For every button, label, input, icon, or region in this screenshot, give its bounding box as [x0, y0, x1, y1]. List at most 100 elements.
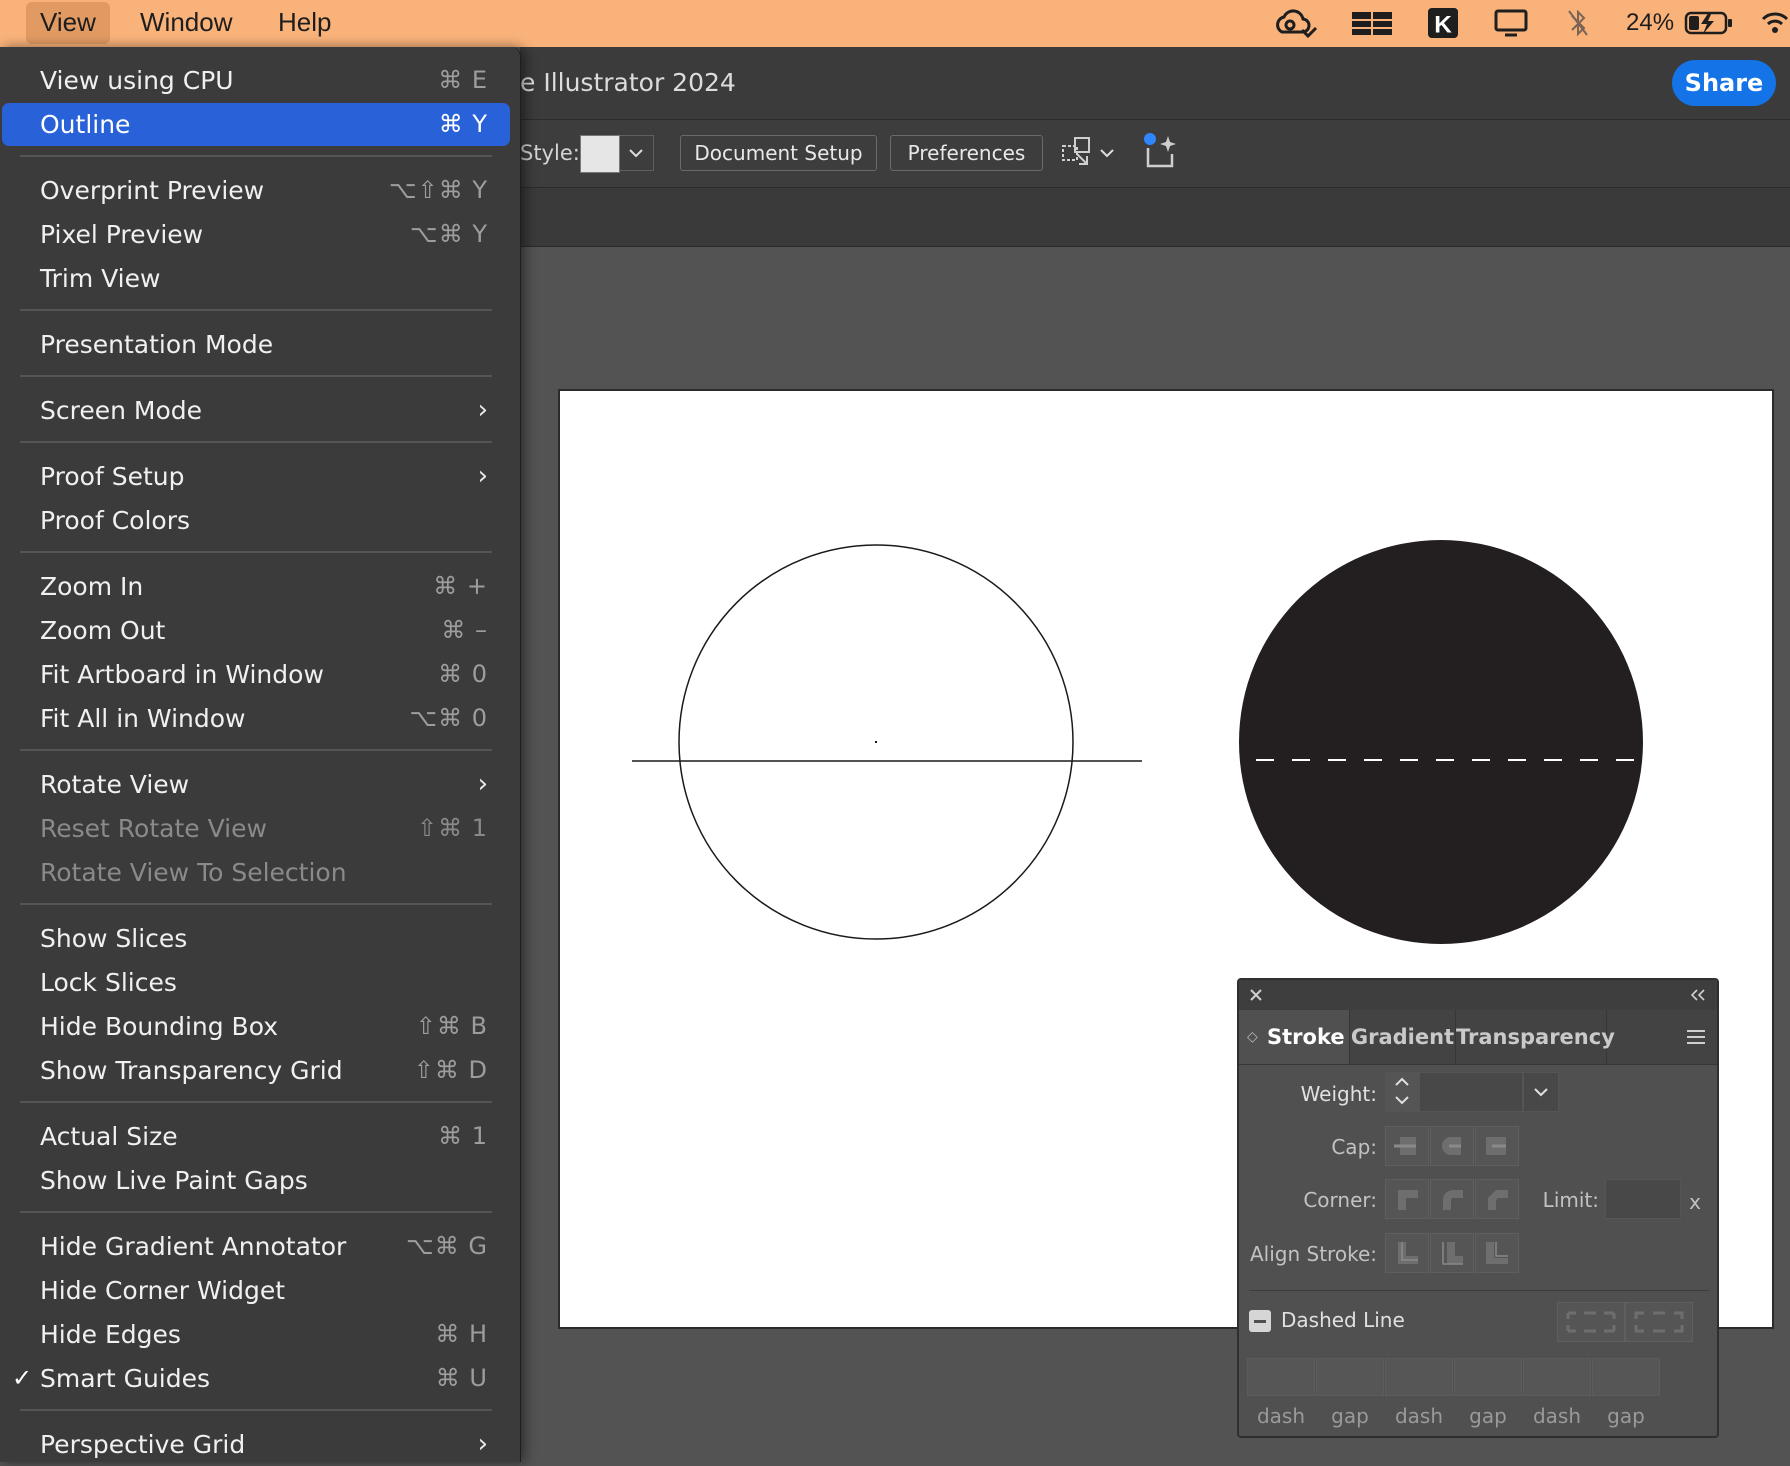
share-button[interactable]: Share — [1672, 60, 1776, 106]
creative-cloud-sync-icon[interactable] — [1272, 8, 1318, 38]
menu-item-fit-all[interactable]: Fit All in Window ⌥⌘ 0 — [2, 697, 510, 740]
preserve-dash-icon — [1566, 1311, 1616, 1333]
collapse-panel-icon[interactable] — [1689, 988, 1707, 1002]
menubar-window[interactable]: Window — [126, 0, 246, 47]
align-dash-corners-icon — [1634, 1311, 1684, 1333]
menu-item-hide-gradient-annotator[interactable]: Hide Gradient Annotator ⌥⌘ G — [2, 1225, 510, 1268]
menu-item-smart-guides[interactable]: ✓ Smart Guides ⌘ U — [2, 1357, 510, 1400]
dash-field-1[interactable] — [1247, 1358, 1315, 1396]
menu-item-outline[interactable]: Outline ⌘ Y — [2, 103, 510, 146]
menu-separator — [20, 1101, 492, 1103]
menu-item-trim-view[interactable]: Trim View — [2, 257, 510, 300]
menu-item-show-live-paint-gaps[interactable]: Show Live Paint Gaps — [2, 1159, 510, 1202]
panel-menu-icon[interactable] — [1685, 1027, 1707, 1047]
limit-suffix: x — [1689, 1190, 1701, 1214]
menu-item-show-transparency-grid[interactable]: Show Transparency Grid ⇧⌘ D — [2, 1049, 510, 1092]
dash-field-3[interactable] — [1523, 1358, 1591, 1396]
gap-label-2: gap — [1469, 1404, 1507, 1428]
preserve-dash-button[interactable] — [1557, 1302, 1625, 1342]
align-stroke-center-icon — [1398, 1242, 1418, 1264]
projecting-cap-icon — [1486, 1137, 1506, 1155]
menu-item-lock-slices[interactable]: Lock Slices — [2, 961, 510, 1004]
limit-input[interactable] — [1605, 1179, 1681, 1219]
menu-item-view-using-cpu[interactable]: View using CPU ⌘ E — [2, 59, 510, 102]
align-stroke-label: Align Stroke: — [1250, 1242, 1377, 1266]
checkbox-mixed-mark — [1254, 1320, 1266, 1323]
gap-field-2[interactable] — [1454, 1358, 1522, 1396]
gap-field-3[interactable] — [1592, 1358, 1660, 1396]
wifi-icon[interactable] — [1760, 8, 1790, 38]
filled-circle-with-dashed-line[interactable] — [1239, 540, 1644, 944]
miter-join-icon — [1398, 1190, 1418, 1210]
cap-label: Cap: — [1331, 1135, 1377, 1159]
menu-item-overprint-preview[interactable]: Overprint Preview ⌥⇧⌘ Y — [2, 169, 510, 212]
preferences-button[interactable]: Preferences — [890, 135, 1043, 171]
tab-transparency[interactable]: Transparency — [1455, 1010, 1615, 1064]
panel-tabs: ◇ Stroke Gradient Transparency — [1239, 1010, 1717, 1065]
tab-stroke[interactable]: ◇ Stroke — [1239, 1010, 1349, 1064]
align-dash-corners-button[interactable] — [1625, 1302, 1693, 1342]
chevron-right-icon: › — [477, 769, 488, 799]
weight-dropdown[interactable] — [1523, 1072, 1559, 1112]
k-app-icon[interactable]: K — [1427, 8, 1459, 38]
style-dropdown[interactable] — [620, 135, 654, 171]
macos-menubar: View Window Help K 24% — [0, 0, 1790, 47]
menu-item-zoom-in[interactable]: Zoom In ⌘ + — [2, 565, 510, 608]
tab-gradient[interactable]: Gradient — [1349, 1010, 1455, 1064]
chevron-right-icon: › — [477, 461, 488, 491]
weight-stepper[interactable] — [1385, 1072, 1419, 1112]
menu-separator — [20, 749, 492, 751]
round-cap-button[interactable] — [1430, 1126, 1474, 1166]
projecting-cap-button[interactable] — [1475, 1126, 1519, 1166]
menu-item-rotate-view[interactable]: Rotate View › — [2, 763, 510, 806]
tab-expand-icon: ◇ — [1247, 1029, 1258, 1045]
menu-separator — [20, 1409, 492, 1411]
menu-item-zoom-out[interactable]: Zoom Out ⌘ – — [2, 609, 510, 652]
battery-charging-icon[interactable] — [1684, 8, 1734, 38]
dash-field-2[interactable] — [1385, 1358, 1453, 1396]
menu-item-show-slices[interactable]: Show Slices — [2, 917, 510, 960]
view-menu-dropdown: View using CPU ⌘ E Outline ⌘ Y Overprint P… — [0, 47, 521, 1462]
menu-item-perspective-grid[interactable]: Perspective Grid › — [2, 1423, 510, 1466]
panel-header — [1239, 980, 1717, 1010]
menu-item-pixel-preview[interactable]: Pixel Preview ⌥⌘ Y — [2, 213, 510, 256]
menu-extra-icon[interactable] — [1350, 8, 1394, 38]
menu-item-proof-colors[interactable]: Proof Colors — [2, 499, 510, 542]
close-icon[interactable] — [1249, 988, 1263, 1002]
menu-item-actual-size[interactable]: Actual Size ⌘ 1 — [2, 1115, 510, 1158]
outline-circle-with-line[interactable] — [632, 544, 1142, 940]
bluetooth-off-icon[interactable] — [1566, 8, 1590, 38]
miter-join-button[interactable] — [1385, 1179, 1429, 1219]
align-stroke-outside-icon — [1486, 1242, 1508, 1264]
menu-item-fit-artboard[interactable]: Fit Artboard in Window ⌘ 0 — [2, 653, 510, 696]
weight-input[interactable] — [1419, 1072, 1523, 1112]
menubar-help[interactable]: Help — [264, 0, 345, 47]
gap-label-3: gap — [1607, 1404, 1645, 1428]
align-outside-button[interactable] — [1475, 1233, 1519, 1273]
align-inside-button[interactable] — [1430, 1233, 1474, 1273]
checkmark-icon: ✓ — [12, 1364, 33, 1392]
menu-separator — [20, 309, 492, 311]
style-swatch[interactable] — [580, 135, 620, 173]
menu-item-hide-edges[interactable]: Hide Edges ⌘ H — [2, 1313, 510, 1356]
menu-separator — [20, 1211, 492, 1213]
menu-item-screen-mode[interactable]: Screen Mode › — [2, 389, 510, 432]
align-center-button[interactable] — [1385, 1233, 1429, 1273]
menu-item-hide-corner-widget[interactable]: Hide Corner Widget — [2, 1269, 510, 1312]
generative-expand-icon[interactable] — [1142, 132, 1182, 172]
chevron-down-icon[interactable] — [1097, 140, 1117, 166]
arrange-documents-icon[interactable] — [1061, 136, 1095, 170]
butt-cap-button[interactable] — [1385, 1126, 1429, 1166]
dashed-line-checkbox[interactable] — [1249, 1310, 1271, 1332]
menubar-view[interactable]: View — [26, 2, 110, 44]
round-join-button[interactable] — [1430, 1179, 1474, 1219]
align-stroke-inside-icon — [1442, 1242, 1463, 1265]
display-icon[interactable] — [1494, 8, 1528, 38]
menu-item-presentation-mode[interactable]: Presentation Mode — [2, 323, 510, 366]
chevron-down-icon — [1534, 1088, 1548, 1097]
document-setup-button[interactable]: Document Setup — [680, 135, 877, 171]
dashed-line-label: Dashed Line — [1281, 1308, 1405, 1332]
gap-field-1[interactable] — [1316, 1358, 1384, 1396]
menu-item-proof-setup[interactable]: Proof Setup › — [2, 455, 510, 498]
menu-item-hide-bounding-box[interactable]: Hide Bounding Box ⇧⌘ B — [2, 1005, 510, 1048]
